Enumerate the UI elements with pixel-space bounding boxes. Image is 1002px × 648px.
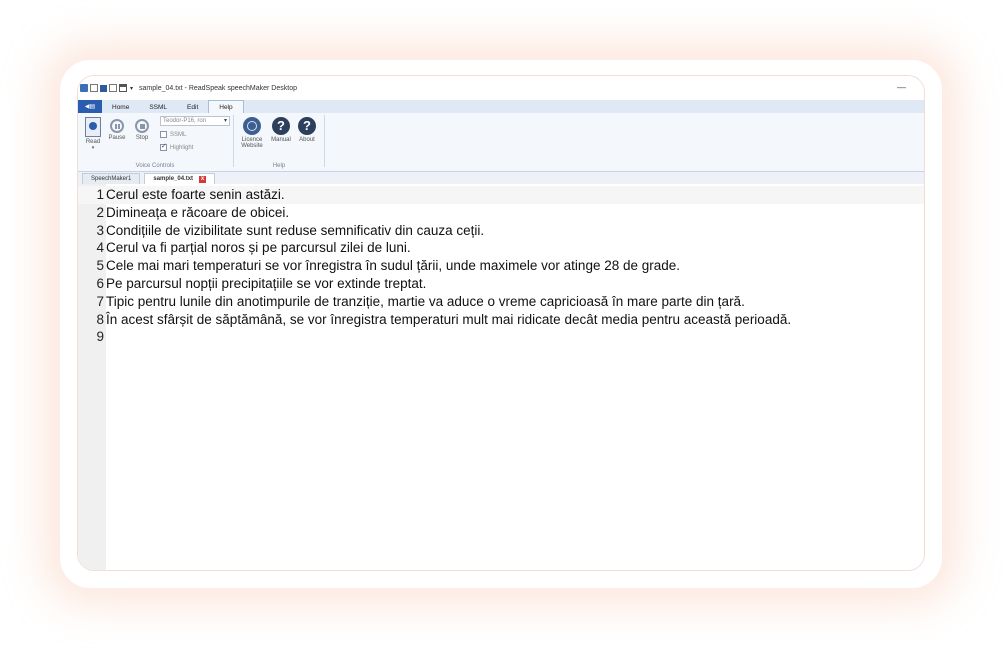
highlight-checkbox[interactable]: Highlight (160, 142, 194, 151)
about-label: About (299, 137, 315, 143)
voice-controls-group: Read ▾ Pause Stop Teodor-P16, ron ▾ SSML (80, 113, 230, 171)
line-number: 2 (96, 204, 104, 220)
save-icon[interactable] (100, 84, 107, 92)
line-number: 1 (96, 187, 104, 202)
editor-line[interactable]: 1 Cerul este foarte senin astăzi. (78, 186, 924, 204)
help-question-icon: ? (272, 117, 290, 135)
ssml-checkbox-box (160, 131, 167, 138)
tab-ssml[interactable]: SSML (139, 101, 177, 113)
line-text: Tipic pentru lunile din anotimpurile de … (106, 293, 745, 309)
quick-access-dropdown-icon[interactable]: ▾ (130, 85, 133, 92)
read-icon (85, 117, 101, 137)
window-title: sample_04.txt - ReadSpeak speechMaker De… (139, 84, 297, 92)
stop-icon (135, 119, 149, 133)
line-text: Cerul va fi parțial noros și pe parcursu… (106, 240, 411, 256)
new-document-icon[interactable] (90, 84, 98, 92)
file-menu-icon: ◀▤ (84, 104, 96, 110)
editor-line[interactable]: 6 Pe parcursul nopții precipitațiile se v… (78, 275, 924, 293)
help-group: Licence Website ? Manual ? About Help (236, 113, 322, 171)
app-icon (80, 84, 88, 92)
line-number: 5 (96, 258, 104, 274)
editor-lines: 1 Cerul este foarte senin astăzi. 2 Diminea… (78, 186, 924, 346)
line-text: Condițiile de vizibilitate sunt reduse s… (106, 222, 485, 238)
doc-tab-label: SpeechMaker1 (91, 176, 132, 182)
line-text: Cerul este foarte senin astăzi. (106, 187, 285, 202)
text-editor[interactable]: 1 Cerul este foarte senin astăzi. 2 Diminea… (78, 184, 924, 570)
line-number: 6 (96, 275, 104, 291)
tab-help-label: Help (219, 103, 233, 111)
minimize-button[interactable]: — (897, 82, 906, 92)
tab-home-label: Home (112, 103, 130, 111)
editor-line[interactable]: 5 Cele mai mari temperaturi se vor înregi… (78, 257, 924, 275)
quick-access-toolbar: ▾ (78, 84, 133, 92)
editor-line[interactable]: 2 Dimineața e răcoare de obicei. (78, 204, 924, 222)
pause-label: Pause (108, 135, 126, 141)
voice-controls-group-label: Voice Controls (135, 163, 175, 169)
ssml-checkbox-label: SSML (170, 131, 187, 138)
line-number: 7 (96, 293, 104, 309)
website-label: Website (241, 143, 263, 149)
editor-line[interactable]: 7 Tipic pentru lunile din anotimpurile de… (78, 293, 924, 311)
line-text: Cele mai mari temperaturi se vor înregis… (106, 258, 681, 274)
editor-line[interactable]: 8 În acest sfârșit de săptămână, se vor î… (78, 311, 924, 329)
doc-tab-sample-04[interactable]: sample_04.txt x (144, 173, 216, 184)
doc-tab-label: sample_04.txt (153, 176, 194, 182)
line-number: 8 (96, 311, 104, 327)
help-group-label: Help (272, 163, 286, 169)
line-text: În acest sfârșit de săptămână, se vor în… (106, 311, 792, 327)
pause-button[interactable]: Pause (106, 117, 128, 141)
voice-select-value: Teodor-P16, ron (163, 118, 207, 124)
save-as-icon[interactable] (109, 84, 117, 92)
print-icon[interactable] (119, 84, 127, 92)
editor-line[interactable]: 3 Condițiile de vizibilitate sunt reduse … (78, 222, 924, 240)
pause-icon (110, 119, 124, 133)
tab-edit[interactable]: Edit (177, 101, 208, 113)
line-text: Pe parcursul nopții precipitațiile se vo… (106, 275, 427, 291)
globe-icon (243, 117, 261, 135)
voice-select[interactable]: Teodor-P16, ron ▾ (160, 116, 230, 126)
stop-button[interactable]: Stop (131, 117, 153, 141)
voice-select-arrow-icon: ▾ (223, 118, 227, 124)
licence-website-button[interactable]: Licence Website (238, 117, 266, 149)
line-number: 4 (96, 240, 104, 256)
file-menu-button[interactable]: ◀▤ (78, 100, 102, 113)
title-bar: ▾ sample_04.txt - ReadSpeak speechMaker … (78, 76, 924, 100)
ribbon-separator (324, 115, 325, 167)
highlight-checkbox-label: Highlight (170, 144, 194, 151)
doc-tab-speechmaker1[interactable]: SpeechMaker1 (82, 173, 141, 184)
manual-label: Manual (271, 137, 291, 143)
read-button[interactable]: Read ▾ (82, 117, 104, 151)
tab-home[interactable]: Home (102, 101, 139, 113)
ribbon: Read ▾ Pause Stop Teodor-P16, ron ▾ SSML (78, 113, 924, 172)
editor-line[interactable]: 4 Cerul va fi parțial noros și pe parcurs… (78, 239, 924, 257)
voice-options: Teodor-P16, ron ▾ SSML Highlight (160, 113, 232, 163)
stop-label: Stop (135, 135, 149, 141)
about-button[interactable]: ? About (294, 117, 320, 143)
line-number: 9 (96, 329, 104, 345)
ssml-checkbox[interactable]: SSML (160, 131, 186, 138)
editor-line[interactable]: 9 (78, 328, 924, 346)
read-dropdown-icon[interactable]: ▾ (82, 145, 104, 151)
highlight-checkbox-box (160, 142, 167, 151)
tab-edit-label: Edit (187, 103, 199, 111)
app-window: ▾ sample_04.txt - ReadSpeak speechMaker … (78, 76, 924, 570)
close-icon[interactable]: x (199, 175, 207, 183)
tab-ssml-label: SSML (149, 103, 168, 111)
about-question-icon: ? (298, 117, 316, 135)
line-number: 3 (96, 222, 104, 238)
ribbon-separator (233, 115, 234, 167)
line-text: Dimineața e răcoare de obicei. (106, 204, 290, 220)
tab-help[interactable]: Help (208, 100, 244, 113)
ribbon-tab-bar: ◀▤ Home SSML Edit Help (78, 100, 924, 113)
manual-button[interactable]: ? Manual (268, 117, 294, 143)
